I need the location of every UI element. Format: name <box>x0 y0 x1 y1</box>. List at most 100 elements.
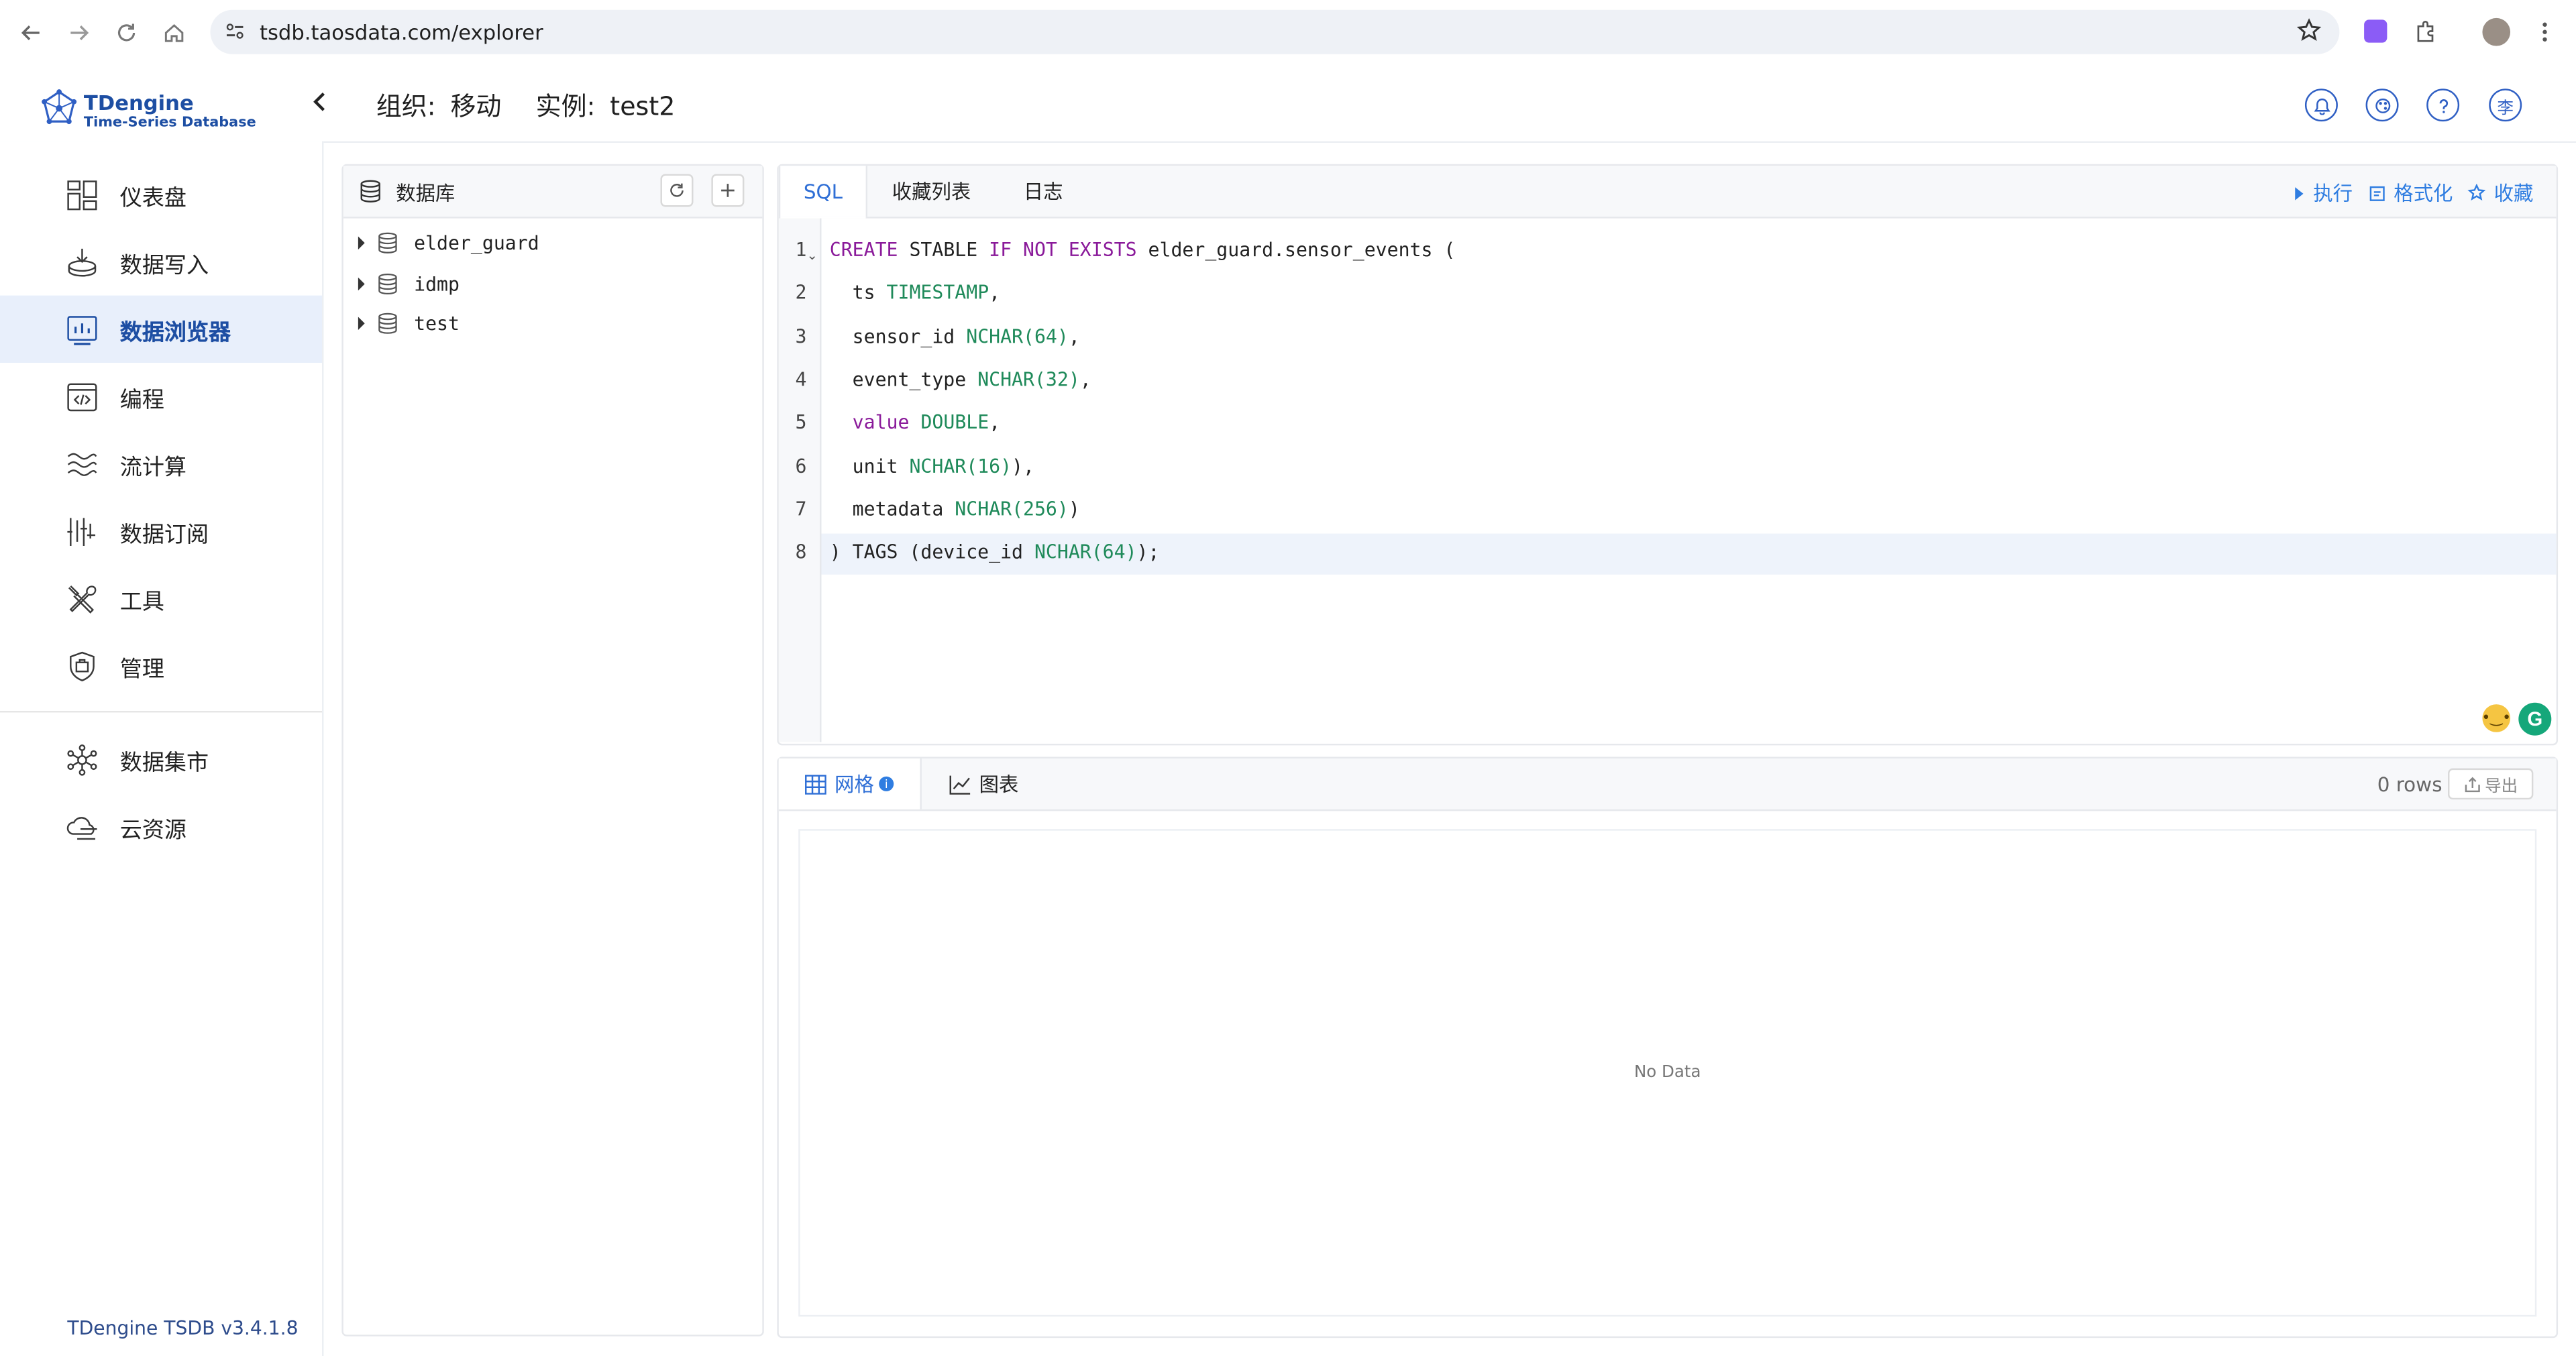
refresh-button[interactable] <box>660 174 694 207</box>
database-name: test <box>414 312 460 335</box>
site-info-icon[interactable] <box>223 19 246 42</box>
code-line: event_type NCHAR(32), <box>830 368 1091 390</box>
export-button[interactable]: 导出 <box>2448 768 2534 800</box>
user-avatar[interactable]: 李 <box>2489 89 2522 122</box>
sql-type: TIMESTAMP <box>886 281 989 304</box>
tab-label: 网格 <box>835 773 874 797</box>
tab-sql[interactable]: SQL <box>778 166 868 219</box>
sidebar-item-label: 数据浏览器 <box>119 319 231 346</box>
tree-node-database[interactable]: test <box>343 305 762 345</box>
stream-icon <box>64 446 101 482</box>
tab-label: 图表 <box>979 773 1019 797</box>
version-label: TDengine TSDB v3.4.1.8 <box>67 1316 299 1340</box>
sidebar-item-data-browser[interactable]: 数据浏览器 <box>0 295 323 363</box>
sidebar-item-data-in[interactable]: 数据写入 <box>0 228 322 295</box>
sql-keyword: IF NOT EXISTS <box>989 237 1137 262</box>
cloud-icon <box>64 809 101 845</box>
sql-editor-panel: SQL 收藏列表 日志 执行 格式化 收藏 12345678 ⌄ CREATE … <box>777 164 2559 746</box>
profile-avatar-icon[interactable] <box>2482 17 2511 46</box>
reload-icon[interactable] <box>110 16 143 49</box>
favorite-label: 收藏 <box>2493 182 2534 205</box>
caret-right-icon[interactable] <box>356 317 366 331</box>
sidebar-item-marketplace[interactable]: 数据集市 <box>0 726 322 793</box>
marketplace-icon <box>64 741 101 777</box>
bookmark-star-icon[interactable] <box>2296 18 2322 43</box>
row-count: 0 rows <box>2377 773 2443 797</box>
run-button[interactable]: 执行 <box>2294 179 2353 207</box>
brand-subtitle: Time-Series Database <box>83 115 256 131</box>
sql-keyword: value <box>852 410 910 434</box>
forward-icon[interactable] <box>62 16 95 49</box>
sidebar-item-label: 仪表盘 <box>119 184 186 211</box>
tree-node-database[interactable]: idmp <box>343 266 762 306</box>
empty-state-text: No Data <box>1633 1064 1701 1082</box>
sql-type: NCHAR(64) <box>1034 540 1137 563</box>
sidebar-item-cloud[interactable]: 云资源 <box>0 793 322 860</box>
extensions-puzzle-icon[interactable] <box>2414 19 2438 44</box>
tab-chart[interactable]: 图表 <box>949 758 1019 809</box>
tab-label: SQL <box>803 180 843 203</box>
home-icon[interactable] <box>158 16 191 49</box>
format-label: 格式化 <box>2394 182 2453 205</box>
tab-logs[interactable]: 日志 <box>1009 166 1078 217</box>
favorite-button[interactable]: 收藏 <box>2467 179 2533 207</box>
collapse-sidebar-icon[interactable] <box>309 91 331 113</box>
grammarly-icon[interactable]: G <box>2518 702 2552 736</box>
tab-label: 日志 <box>1023 180 1063 204</box>
dashboard-icon <box>64 176 101 213</box>
sidebar-item-subscribe[interactable]: 数据订阅 <box>0 498 322 565</box>
tab-favorites[interactable]: 收藏列表 <box>877 166 986 217</box>
emoji-reaction-icon[interactable]: •‿• <box>2481 704 2511 732</box>
instance-value[interactable]: test2 <box>610 92 675 121</box>
sql-text: , <box>989 281 1001 304</box>
user-avatar-initial: 李 <box>2497 99 2514 118</box>
back-icon[interactable] <box>15 16 48 49</box>
sidebar: 仪表盘 数据写入 数据浏览器 编程 流计算 数据订阅 工具 管理 数据集市 云资… <box>0 141 324 1356</box>
extension-icon[interactable] <box>2364 19 2387 43</box>
notification-bell-icon[interactable] <box>2304 89 2338 122</box>
sql-text: unit <box>829 453 910 477</box>
browser-menu-icon[interactable] <box>2540 19 2550 44</box>
address-bar[interactable]: tsdb.taosdata.com/explorer <box>210 9 2340 54</box>
sql-text: STABLE <box>898 237 989 262</box>
caret-right-icon[interactable] <box>356 277 366 291</box>
sidebar-item-label: 管理 <box>119 655 164 683</box>
sql-text: , <box>989 410 1001 434</box>
database-icon <box>358 179 383 204</box>
sidebar-item-label: 工具 <box>119 588 164 615</box>
sidebar-item-programming[interactable]: 编程 <box>0 363 322 430</box>
org-value[interactable]: 移动 <box>450 92 501 121</box>
tab-grid[interactable]: 网格 i <box>778 758 922 809</box>
export-icon <box>2463 776 2479 792</box>
url-text: tsdb.taosdata.com/explorer <box>259 19 543 45</box>
sql-text: , <box>1068 324 1080 347</box>
help-icon[interactable] <box>2426 89 2460 122</box>
sidebar-item-label: 编程 <box>119 386 164 413</box>
sql-type: NCHAR(64) <box>966 324 1069 347</box>
sidebar-item-label: 流计算 <box>119 453 186 481</box>
code-editor[interactable]: CREATE STABLE IF NOT EXISTS elder_guard.… <box>779 219 2557 742</box>
sidebar-item-tools[interactable]: 工具 <box>0 565 322 632</box>
sidebar-item-dashboard[interactable]: 仪表盘 <box>0 161 322 228</box>
theme-palette-icon[interactable] <box>2365 89 2399 122</box>
sidebar-item-management[interactable]: 管理 <box>0 632 322 699</box>
database-panel-header: 数据库 <box>343 166 763 219</box>
sidebar-item-label: 数据写入 <box>119 251 209 278</box>
sql-text: , <box>1079 368 1091 391</box>
tree-node-database[interactable]: elder_guard <box>343 225 762 264</box>
sql-type: NCHAR(256) <box>955 497 1069 520</box>
data-browser-icon <box>64 311 101 347</box>
sql-type: NCHAR(32) <box>977 368 1080 391</box>
brand-name: TDengine <box>83 90 194 115</box>
format-button[interactable]: 格式化 <box>2369 179 2453 207</box>
code-line: value DOUBLE, <box>830 410 1001 434</box>
results-grid: No Data <box>798 829 2537 1317</box>
code-line: metadata NCHAR(256)) <box>830 497 1080 520</box>
add-database-button[interactable] <box>711 174 745 207</box>
tdengine-logo-icon <box>40 89 79 128</box>
app-header: TDengine Time-Series Database 组织: 移动 实例:… <box>0 64 2576 143</box>
sidebar-item-stream[interactable]: 流计算 <box>0 430 322 497</box>
caret-right-icon[interactable] <box>356 236 366 250</box>
